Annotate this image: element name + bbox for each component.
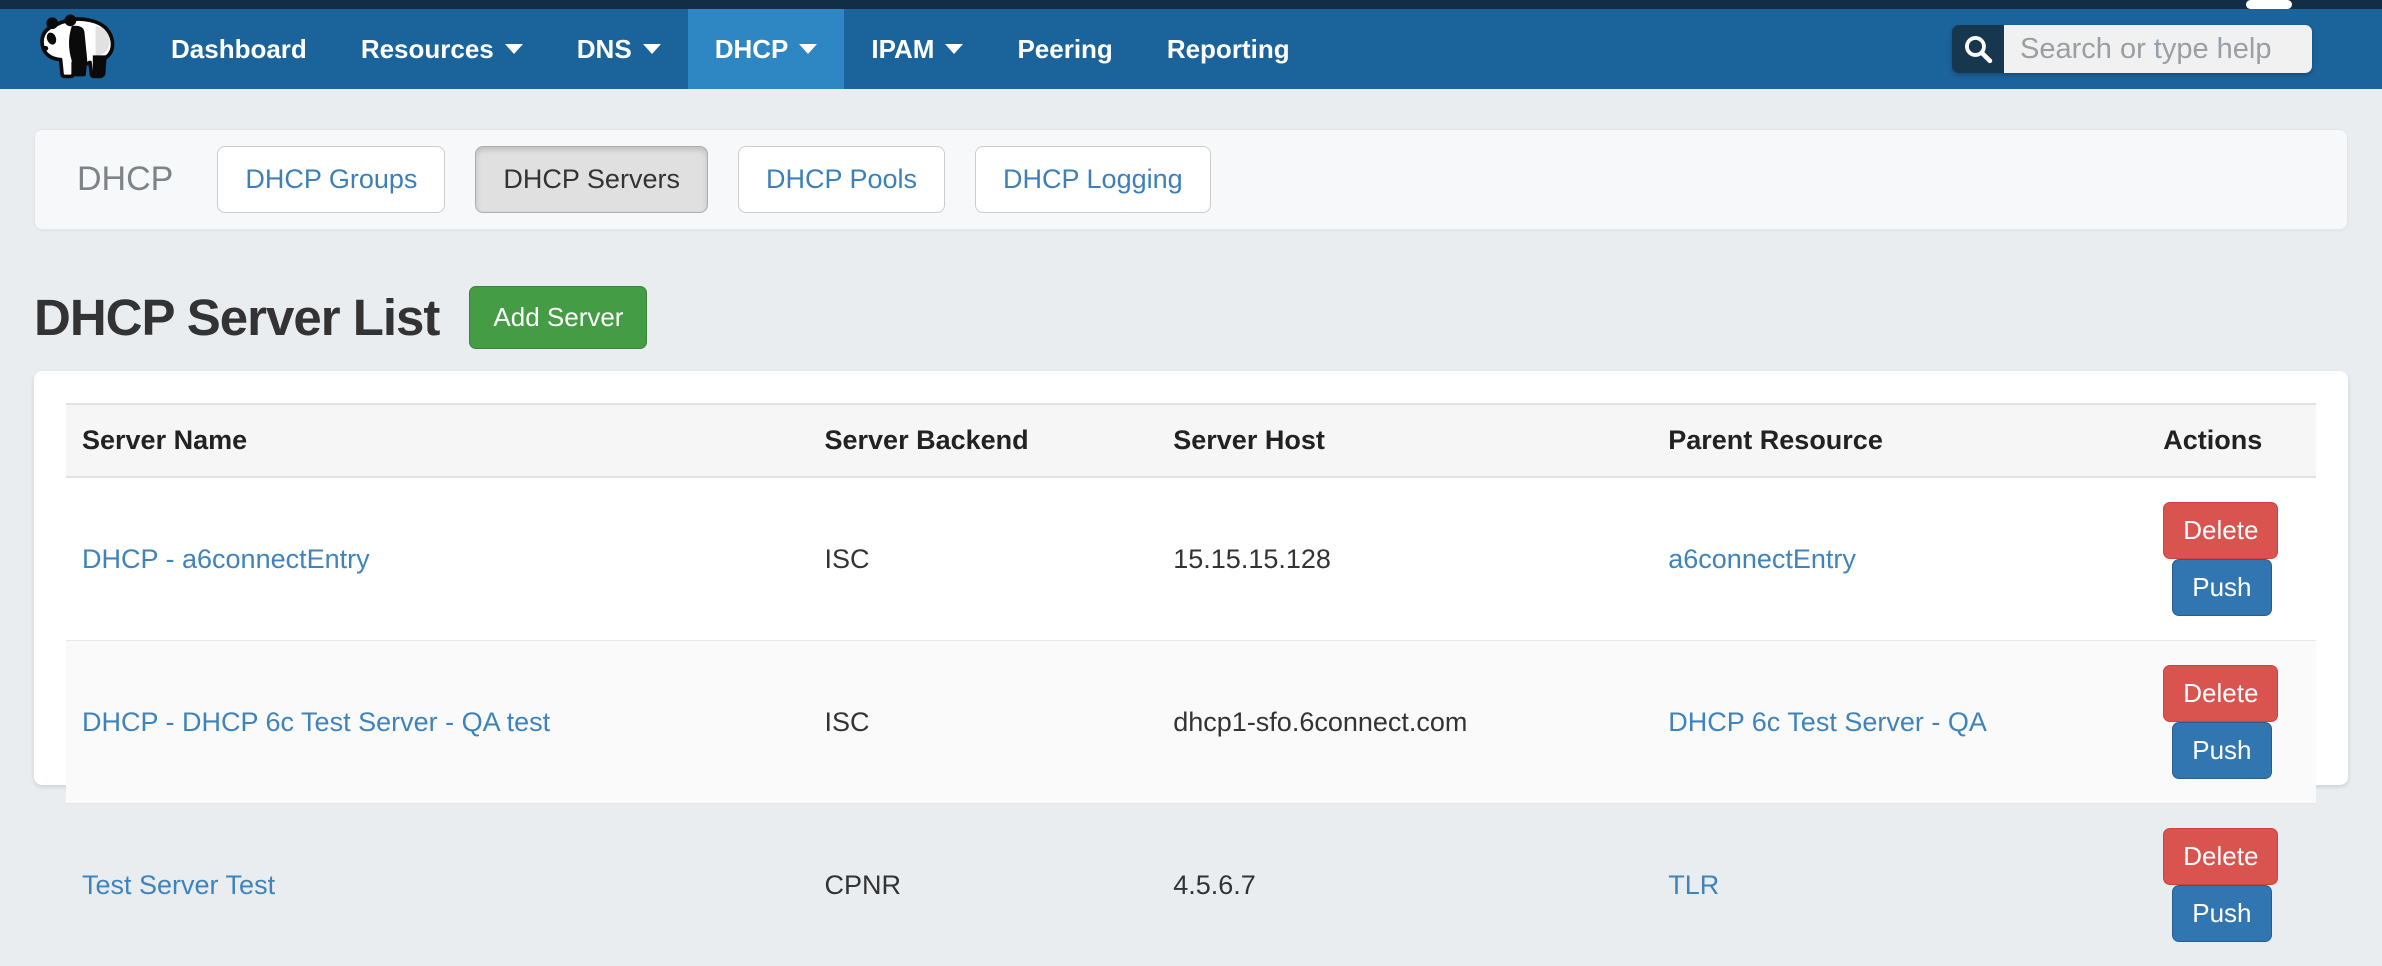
nav-items: Dashboard Resources DNS DHCP IPAM Peerin…	[144, 9, 1317, 89]
parent-resource-link[interactable]: TLR	[1668, 870, 1719, 900]
section-label: DHCP	[77, 160, 173, 199]
table-row: Test Server Test CPNR 4.5.6.7 TLR Delete…	[66, 804, 2316, 966]
page-title: DHCP Server List	[34, 288, 439, 347]
nav-item-dhcp[interactable]: DHCP	[688, 9, 845, 89]
delete-button[interactable]: Delete	[2163, 828, 2278, 885]
server-backend-cell: ISC	[809, 477, 1158, 641]
server-host-cell: 4.5.6.7	[1157, 804, 1652, 966]
nav-item-ipam[interactable]: IPAM	[844, 9, 990, 89]
server-backend-cell: ISC	[809, 641, 1158, 804]
tab-dhcp-logging[interactable]: DHCP Logging	[975, 146, 1211, 213]
col-header-server-name: Server Name	[66, 404, 809, 477]
push-button[interactable]: Push	[2172, 559, 2271, 616]
parent-resource-link[interactable]: a6connectEntry	[1668, 544, 1856, 574]
delete-button[interactable]: Delete	[2163, 665, 2278, 722]
server-table: Server Name Server Backend Server Host P…	[66, 403, 2316, 966]
panda-logo-icon	[34, 11, 118, 88]
page-header: DHCP Server List Add Server	[34, 286, 2348, 349]
chevron-down-icon	[643, 44, 661, 54]
chevron-down-icon	[945, 44, 963, 54]
tab-dhcp-servers[interactable]: DHCP Servers	[475, 146, 708, 213]
col-header-parent-resource: Parent Resource	[1652, 404, 2147, 477]
main-navbar: Dashboard Resources DNS DHCP IPAM Peerin…	[0, 9, 2382, 89]
server-host-cell: dhcp1-sfo.6connect.com	[1157, 641, 1652, 804]
search-group	[1952, 9, 2312, 89]
server-name-link[interactable]: DHCP - DHCP 6c Test Server - QA test	[82, 707, 550, 737]
table-header-row: Server Name Server Backend Server Host P…	[66, 404, 2316, 477]
nav-item-dns[interactable]: DNS	[550, 9, 688, 89]
tab-dhcp-pools[interactable]: DHCP Pools	[738, 146, 945, 213]
server-list-card: Server Name Server Backend Server Host P…	[34, 371, 2348, 785]
chevron-down-icon	[505, 44, 523, 54]
table-row: DHCP - a6connectEntry ISC 15.15.15.128 a…	[66, 477, 2316, 641]
browser-top-strip	[0, 0, 2382, 9]
col-header-server-backend: Server Backend	[809, 404, 1158, 477]
col-header-actions: Actions	[2147, 404, 2316, 477]
server-backend-cell: CPNR	[809, 804, 1158, 966]
add-server-button[interactable]: Add Server	[469, 286, 647, 349]
dhcp-subnav: DHCP DHCP Groups DHCP Servers DHCP Pools…	[34, 129, 2348, 230]
nav-item-peering[interactable]: Peering	[990, 9, 1139, 89]
col-header-server-host: Server Host	[1157, 404, 1652, 477]
logo[interactable]	[34, 9, 118, 89]
server-name-link[interactable]: DHCP - a6connectEntry	[82, 544, 370, 574]
server-name-link[interactable]: Test Server Test	[82, 870, 275, 900]
push-button[interactable]: Push	[2172, 722, 2271, 779]
search-input[interactable]	[2004, 25, 2312, 73]
table-row: DHCP - DHCP 6c Test Server - QA test ISC…	[66, 641, 2316, 804]
push-button[interactable]: Push	[2172, 885, 2271, 942]
server-host-cell: 15.15.15.128	[1157, 477, 1652, 641]
delete-button[interactable]: Delete	[2163, 502, 2278, 559]
nav-item-reporting[interactable]: Reporting	[1140, 9, 1317, 89]
tab-dhcp-groups[interactable]: DHCP Groups	[217, 146, 445, 213]
nav-item-dashboard[interactable]: Dashboard	[144, 9, 334, 89]
search-icon[interactable]	[1952, 25, 2004, 73]
scrollbar-thumb[interactable]	[2246, 0, 2292, 9]
nav-item-resources[interactable]: Resources	[334, 9, 550, 89]
parent-resource-link[interactable]: DHCP 6c Test Server - QA	[1668, 707, 1987, 737]
chevron-down-icon	[799, 44, 817, 54]
